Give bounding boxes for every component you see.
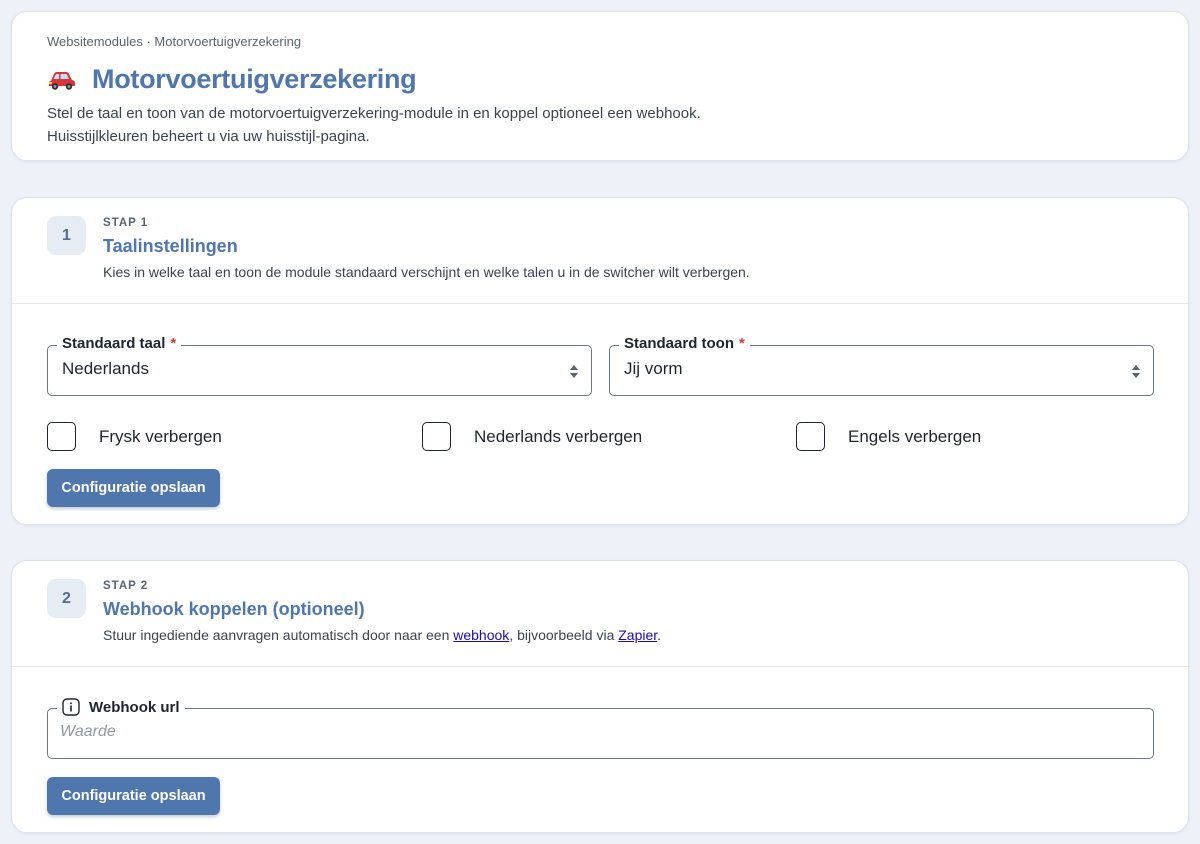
checkbox-label: Frysk verbergen: [99, 426, 222, 446]
default-tone-value: Jij vorm: [624, 359, 683, 378]
webhook-link[interactable]: webhook: [453, 627, 509, 643]
webhook-url-label-text: Webhook url: [89, 698, 180, 716]
sort-arrows-icon: [570, 365, 578, 378]
default-language-select[interactable]: Standaard taal * Nederlands: [47, 335, 592, 396]
checkbox-box[interactable]: [47, 422, 76, 451]
save-configuration-button[interactable]: Configuratie opslaan: [47, 777, 220, 815]
webhook-url-field[interactable]: Webhook url: [47, 698, 1154, 759]
save-configuration-button[interactable]: Configuratie opslaan: [47, 469, 220, 507]
zapier-link[interactable]: Zapier: [618, 627, 657, 643]
header-card: Websitemodules · Motorvoertuigverzekerin…: [11, 11, 1189, 161]
title-row: Motorvoertuigverzekering: [47, 62, 1153, 96]
step2-badge: 2: [47, 579, 86, 618]
required-mark: *: [170, 335, 177, 352]
info-icon[interactable]: [62, 698, 80, 716]
page-description-line-1: Stel de taal en toon van de motorvoertui…: [47, 105, 701, 122]
sort-arrows-icon: [1132, 365, 1140, 378]
required-mark: *: [739, 335, 745, 352]
webhook-url-label: Webhook url: [57, 698, 185, 716]
step2-header: 2 STAP 2 Webhook koppelen (optioneel) St…: [12, 561, 1188, 667]
car-icon: [49, 72, 75, 90]
page-description: Stel de taal en toon van de motorvoertui…: [47, 102, 1153, 148]
default-tone-label: Standaard toon *: [619, 335, 750, 352]
step2-eyebrow: STAP 2: [103, 580, 149, 592]
step1-title: Taalinstellingen: [103, 236, 238, 256]
checkbox-label: Nederlands verbergen: [474, 426, 643, 446]
checkbox-box[interactable]: [422, 422, 451, 451]
step1-description: Kies in welke taal en toon de module sta…: [103, 264, 750, 280]
checkbox-hide-dutch[interactable]: Nederlands verbergen: [422, 422, 642, 451]
default-language-label-text: Standaard taal: [62, 335, 166, 352]
step2-description-middle: , bijvoorbeeld via: [509, 627, 619, 643]
default-language-value: Nederlands: [62, 359, 149, 378]
step1-card: 1 STAP 1 Taalinstellingen Kies in welke …: [11, 197, 1189, 525]
default-language-label: Standaard taal *: [57, 335, 182, 352]
step2-description: Stuur ingediende aanvragen automatisch d…: [103, 627, 661, 643]
step2-description-prefix: Stuur ingediende aanvragen automatisch d…: [103, 627, 454, 643]
step1-eyebrow: STAP 1: [103, 217, 149, 229]
default-tone-label-text: Standaard toon: [624, 335, 735, 352]
checkbox-hide-english[interactable]: Engels verbergen: [796, 422, 981, 451]
step2-card: 2 STAP 2 Webhook koppelen (optioneel) St…: [11, 560, 1189, 833]
step2-description-suffix: .: [657, 627, 662, 643]
checkbox-hide-frysk[interactable]: Frysk verbergen: [47, 422, 222, 451]
step1-badge: 1: [47, 216, 86, 255]
breadcrumb: Websitemodules · Motorvoertuigverzekerin…: [47, 34, 302, 49]
default-tone-select[interactable]: Standaard toon * Jij vorm: [609, 335, 1154, 396]
step2-title: Webhook koppelen (optioneel): [103, 599, 365, 619]
checkbox-label: Engels verbergen: [848, 426, 982, 446]
step1-header: 1 STAP 1 Taalinstellingen Kies in welke …: [12, 198, 1188, 304]
page-description-line-2: Huisstijlkleuren beheert u via uw huisst…: [47, 128, 370, 145]
webhook-url-input[interactable]: [60, 723, 1140, 741]
page-title: Motorvoertuigverzekering: [92, 63, 417, 94]
checkbox-box[interactable]: [796, 422, 825, 451]
